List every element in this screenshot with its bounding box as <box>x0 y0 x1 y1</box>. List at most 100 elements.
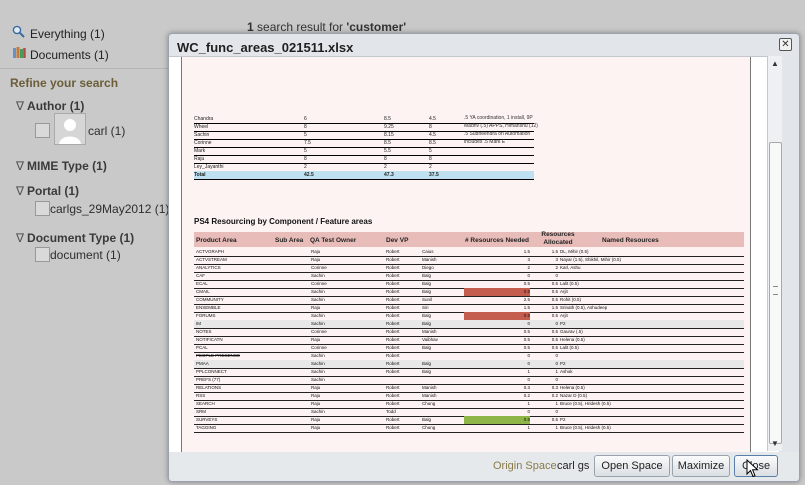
summary-cell: 5 <box>304 132 307 138</box>
open-space-button[interactable]: Open Space <box>594 455 670 477</box>
result-count: 1 <box>247 20 254 34</box>
cell-vp: Robert <box>386 425 400 430</box>
summary-cell: Mark <box>194 148 206 154</box>
facet-everything[interactable]: Everything (1) <box>30 27 105 41</box>
mime-section-title[interactable]: ∇ MIME Type (1) <box>16 159 107 173</box>
mime-section-label: MIME Type (1) <box>27 159 107 173</box>
summary-cell: Chandra <box>194 116 214 122</box>
cell-owner: Corinne <box>311 345 327 350</box>
books-icon <box>13 46 26 64</box>
summary-cell: 2 <box>429 164 432 170</box>
cell-vp: Robert <box>386 393 400 398</box>
doctype-section-title[interactable]: ∇ Document Type (1) <box>16 231 134 245</box>
note-line: .5 Sudheendra on Automation <box>464 131 531 137</box>
cell-vp: Robert <box>386 401 400 406</box>
header-dev-vp: Dev VP <box>386 237 409 244</box>
cell-vp: Robert <box>386 417 400 422</box>
summary-cell: 8 <box>429 156 432 162</box>
author-checkbox[interactable] <box>35 123 50 138</box>
collapse-triangle-icon: ∇ <box>16 231 25 245</box>
cell-mgr: Balg <box>422 313 432 318</box>
search-result-summary: 1 search result for 'customer' <box>247 20 406 34</box>
cell-owner: Raju <box>311 257 321 262</box>
cell-alloc: 1.5 <box>551 249 558 254</box>
cell-mgr: Balg <box>422 417 432 422</box>
summary-cell: 6 <box>304 116 307 122</box>
cell-area: SURVEYS <box>196 417 218 422</box>
cell-owner: Raju <box>311 385 321 390</box>
cell-alloc: 0.5 <box>551 313 558 318</box>
origin-space-value[interactable]: carl gs <box>557 460 589 472</box>
cell-alloc: 0 <box>555 361 558 366</box>
cell-need: 0.5 <box>523 289 530 294</box>
cell-vp: Robert <box>386 361 400 366</box>
cell-named: P2 <box>560 321 566 326</box>
origin-space-label: Origin Space <box>493 460 557 472</box>
collapse-triangle-icon: ∇ <box>16 184 25 198</box>
summary-cell: 5.5 <box>384 148 391 154</box>
result-text: search result for <box>253 20 347 34</box>
portal-item[interactable]: carlgs_29May2012 (1) <box>50 202 169 216</box>
author-item-carl[interactable]: carl (1) <box>88 124 125 138</box>
cell-vp: Robert <box>386 281 400 286</box>
summary-row: Total 42.5 47.3 37.5 <box>194 171 534 180</box>
cell-owner: Sachin <box>311 297 325 302</box>
portal-checkbox[interactable] <box>35 201 50 216</box>
cell-need: 0 <box>527 273 530 278</box>
header-qa-owner: QA Test Owner <box>310 237 357 244</box>
cell-need: 3 <box>527 257 530 262</box>
cell-area: RELATIONS <box>196 385 222 390</box>
summary-cell: Ley_Jayanthi <box>194 164 224 170</box>
cell-mgr: Balg <box>422 273 432 278</box>
summary-cell: 42.5 <box>304 172 314 178</box>
cell-need: 0.5 <box>523 281 530 286</box>
viewer-scrollbar[interactable]: ▲ ▼ <box>767 56 782 451</box>
summary-cell: 8 <box>384 156 387 162</box>
note-line: includes .5 Mark E <box>464 139 506 145</box>
cell-alloc: 0.5 <box>551 297 558 302</box>
cell-owner: Corinne <box>311 281 327 286</box>
portal-section-title[interactable]: ∇ Portal (1) <box>16 184 79 198</box>
cell-vp: Robert <box>386 289 400 294</box>
document-preview-dialog: WC_func_areas_021511.xlsx ✕ Chandra 6 8.5 4… <box>168 33 800 482</box>
cell-vp: Robert <box>386 265 400 270</box>
summary-cell: 8.5 <box>429 140 436 146</box>
doctype-checkbox[interactable] <box>35 247 50 262</box>
doctype-item[interactable]: document (1) <box>50 248 121 262</box>
cell-vp: Robert <box>386 369 400 374</box>
cell-need: 2.5 <box>523 297 530 302</box>
cell-area: RSS <box>196 393 206 398</box>
header-resources-needed: # Resources Needed <box>465 237 529 244</box>
cell-vp: Robert <box>386 257 400 262</box>
close-icon[interactable]: ✕ <box>779 38 792 51</box>
cell-vp: Robert <box>386 273 400 278</box>
cell-area: ACTVGRAPH <box>196 249 225 254</box>
mouse-cursor-icon <box>746 458 760 484</box>
cell-named: Nayar (1.5), Shikhil, Mihir (0.5) <box>560 257 622 262</box>
cell-mgr: Manish <box>422 393 437 398</box>
cell-alloc: 2 <box>555 265 558 270</box>
maximize-button[interactable]: Maximize <box>672 455 730 477</box>
cell-owner: Raju <box>311 417 321 422</box>
cell-area: NOTES <box>196 329 212 334</box>
scroll-up-arrow-icon[interactable]: ▲ <box>771 59 779 68</box>
cell-alloc: 0.5 <box>551 345 558 350</box>
scroll-thumb[interactable] <box>769 142 782 444</box>
cell-need: 2 <box>527 265 530 270</box>
cell-named: Lalit (0.5) <box>560 281 579 286</box>
cell-owner: Sachin <box>311 369 325 374</box>
author-section-title[interactable]: ∇ Author (1) <box>16 99 84 113</box>
facet-documents[interactable]: Documents (1) <box>30 48 109 62</box>
scroll-down-arrow-icon[interactable]: ▼ <box>771 439 779 448</box>
cell-area: TAGGING <box>196 425 217 430</box>
cell-named: Helena (0.5) <box>560 337 585 342</box>
note-line: .5 YA coordination, 1 install, 9P <box>464 115 533 121</box>
document-viewer[interactable]: Chandra 6 8.5 4.5 Wheel 8 9.25 8 Sachin 5 8.15 4.5 C… <box>169 56 779 452</box>
cell-named: DL, Mihir (0.5) <box>560 249 589 254</box>
cell-need: 0 <box>527 409 530 414</box>
cell-owner: Raju <box>311 393 321 398</box>
cell-alloc: 0 <box>555 353 558 358</box>
cell-mgr: Diego <box>422 265 434 270</box>
cell-owner: Sachin <box>311 361 325 366</box>
cell-vp: Robert <box>386 329 400 334</box>
